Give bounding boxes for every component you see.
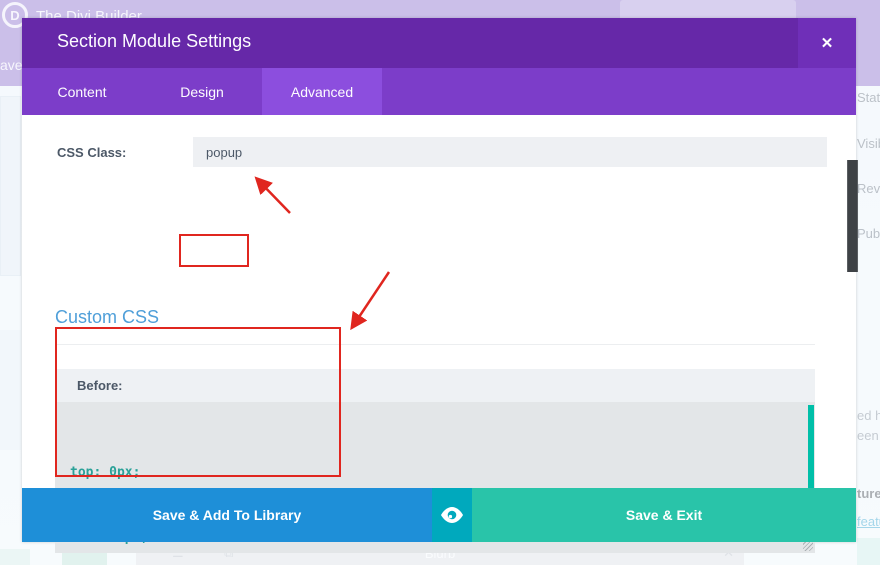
tab-content-label: Content	[57, 83, 107, 100]
tab-design-label: Design	[180, 83, 224, 100]
tab-content[interactable]: Content	[22, 68, 142, 115]
before-field-header: Before:	[55, 369, 815, 402]
modal-header: Section Module Settings ✕	[22, 18, 856, 68]
save-add-library-button[interactable]: Save & Add To Library	[22, 488, 432, 542]
preview-button[interactable]	[432, 488, 472, 542]
annotation-box-css-class	[179, 234, 249, 267]
eye-icon	[441, 507, 463, 523]
close-icon[interactable]: ✕	[798, 18, 856, 68]
tab-advanced[interactable]: Advanced	[262, 68, 382, 115]
code-line: top: 0px;	[70, 465, 141, 480]
save-exit-button[interactable]: Save & Exit	[472, 488, 856, 542]
modal-footer: Save & Add To Library Save & Exit	[22, 488, 856, 542]
tab-advanced-label: Advanced	[290, 83, 354, 100]
modal-body: CSS Class: Custom CSS Before: top: 0px; …	[22, 115, 856, 553]
css-class-label: CSS Class:	[57, 145, 127, 160]
screen: D The Divi Builder ave Statu Visib Revis…	[0, 0, 880, 565]
custom-css-heading: Custom CSS	[55, 307, 815, 345]
section-module-settings-modal: Section Module Settings ✕ Content Design…	[22, 18, 858, 553]
css-class-input[interactable]	[193, 137, 827, 167]
before-label: Before:	[77, 378, 123, 393]
tab-design[interactable]: Design	[142, 68, 262, 115]
editor-resize-handle[interactable]	[803, 541, 813, 551]
settings-tabbar: Content Design Advanced	[22, 68, 856, 115]
modal-title: Section Module Settings	[57, 31, 252, 51]
modal-scrollbar-thumb[interactable]	[847, 160, 858, 272]
